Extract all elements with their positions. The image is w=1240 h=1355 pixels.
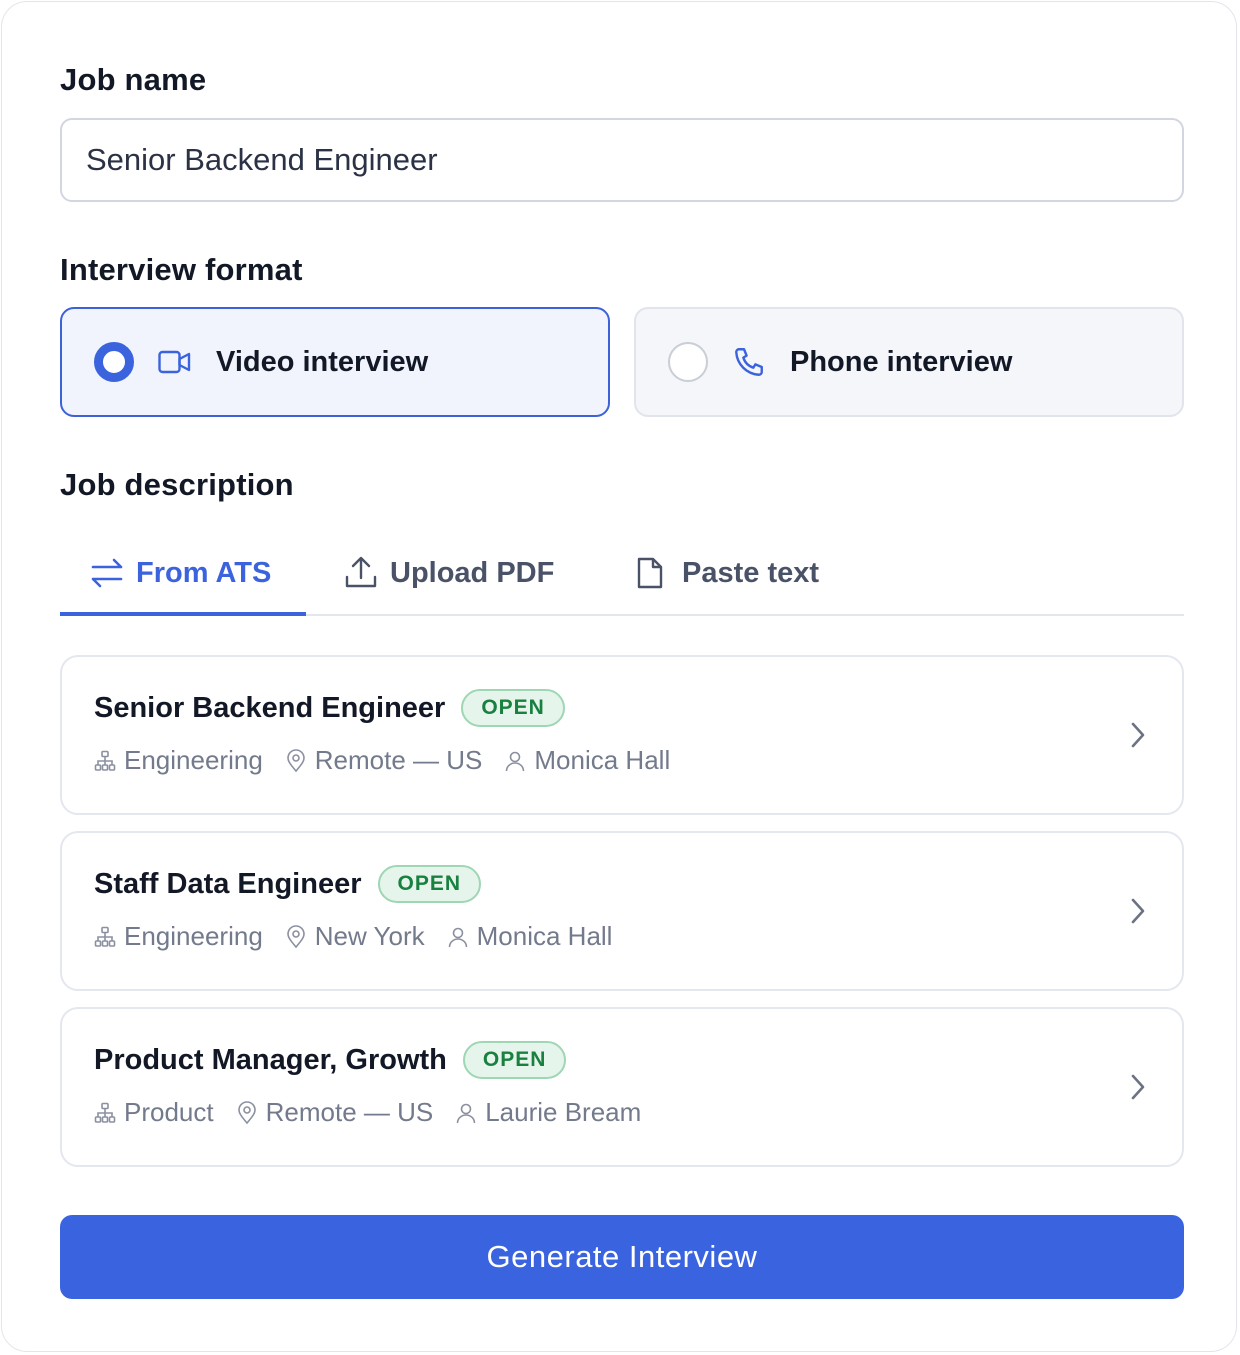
job-name-label: Job name [60, 62, 207, 97]
department-text: Product [124, 1097, 214, 1127]
chevron-right-icon [1131, 1074, 1145, 1100]
tab-from-ats-label: From ATS [136, 556, 272, 589]
tab-paste-text[interactable]: Paste text [636, 532, 819, 614]
job-card-2[interactable]: Staff Data Engineer OPEN Engineering New… [60, 831, 1184, 991]
status-badge: OPEN [377, 865, 482, 903]
location-text: New York [314, 921, 425, 951]
status-badge: OPEN [462, 1041, 567, 1079]
tab-upload-pdf-label: Upload PDF [390, 556, 555, 589]
location-pin-icon [236, 1100, 260, 1125]
video-interview-radio[interactable] [94, 342, 134, 382]
swap-arrows-icon [90, 555, 126, 591]
owner-text: Laurie Bream [485, 1097, 642, 1127]
owner-meta: Laurie Bream [455, 1097, 641, 1128]
document-icon [636, 555, 672, 591]
phone-interview-radio[interactable] [668, 342, 708, 382]
user-icon [447, 925, 471, 949]
location-text: Remote — US [265, 1097, 434, 1127]
status-badge: OPEN [461, 689, 565, 727]
interview-setup-card: Job name Interview format Video intervie… [1, 1, 1237, 1352]
job-title: Senior Backend Engineer [94, 691, 446, 724]
owner-meta: Monica Hall [504, 745, 670, 776]
department-meta: Engineering [94, 745, 263, 776]
location-pin-icon [285, 748, 309, 773]
upload-icon [344, 555, 380, 591]
job-card-1[interactable]: Senior Backend Engineer OPEN Engineering… [60, 655, 1184, 815]
video-camera-icon [158, 344, 194, 380]
job-title: Staff Data Engineer [94, 867, 362, 900]
location-meta: New York [285, 921, 425, 952]
chevron-right-icon [1131, 898, 1145, 924]
department-text: Engineering [124, 745, 263, 775]
phone-interview-option[interactable]: Phone interview [634, 307, 1184, 417]
phone-icon [732, 344, 768, 380]
job-description-tabs: From ATS Upload PDF Paste text [60, 532, 1184, 616]
active-tab-indicator [60, 612, 306, 616]
org-chart-icon [94, 1101, 118, 1125]
job-title: Product Manager, Growth [94, 1043, 447, 1076]
department-meta: Engineering [94, 921, 263, 952]
department-text: Engineering [124, 921, 263, 951]
tab-upload-pdf[interactable]: Upload PDF [344, 532, 554, 614]
org-chart-icon [94, 749, 118, 773]
job-name-input[interactable] [60, 118, 1184, 202]
location-meta: Remote — US [285, 745, 483, 776]
location-pin-icon [285, 924, 309, 949]
user-icon [455, 1101, 479, 1125]
job-description-label: Job description [60, 467, 294, 502]
tab-from-ats[interactable]: From ATS [90, 532, 271, 614]
user-icon [504, 749, 528, 773]
owner-text: Monica Hall [534, 745, 671, 775]
phone-interview-label: Phone interview [790, 345, 1013, 378]
org-chart-icon [94, 925, 118, 949]
location-text: Remote — US [314, 745, 483, 775]
department-meta: Product [94, 1097, 214, 1128]
generate-interview-button[interactable]: Generate Interview [60, 1215, 1184, 1299]
owner-text: Monica Hall [476, 921, 613, 951]
chevron-right-icon [1131, 722, 1145, 748]
tab-paste-text-label: Paste text [682, 556, 820, 589]
video-interview-option[interactable]: Video interview [60, 307, 610, 417]
video-interview-label: Video interview [216, 345, 429, 378]
owner-meta: Monica Hall [447, 921, 613, 952]
location-meta: Remote — US [236, 1097, 434, 1128]
job-card-3[interactable]: Product Manager, Growth OPEN Product Rem… [60, 1007, 1184, 1167]
interview-format-label: Interview format [60, 252, 303, 287]
